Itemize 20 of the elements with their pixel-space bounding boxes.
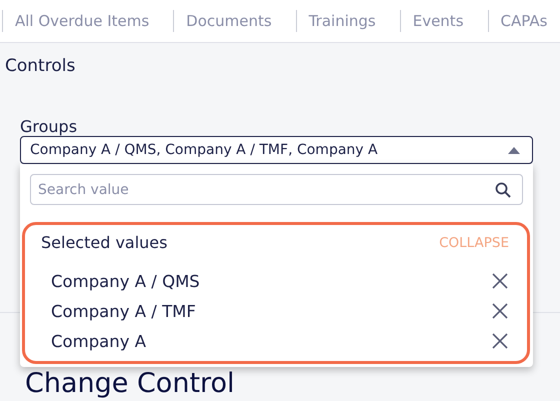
close-icon[interactable] xyxy=(491,302,509,320)
search-icon xyxy=(495,182,511,198)
search-field[interactable]: Search value xyxy=(30,174,523,205)
close-icon[interactable] xyxy=(491,332,509,350)
page-heading: Change Control xyxy=(25,368,235,401)
nav-tab[interactable]: Events xyxy=(400,10,476,32)
field-label: Groups xyxy=(20,117,78,136)
selected-value: Company A / QMS xyxy=(51,272,200,290)
nav-tab[interactable]: CAPAs xyxy=(488,10,560,32)
groups-select[interactable]: Company A / QMS, Company A / TMF, Company A xyxy=(20,136,533,164)
selected-value: Company A / TMF xyxy=(51,302,196,320)
selected-value: Company A xyxy=(51,332,146,350)
nav-tab[interactable]: Trainings xyxy=(296,10,388,32)
section-title: Controls xyxy=(5,56,76,76)
collapse-button[interactable]: COLLAPSE xyxy=(439,234,509,250)
close-icon[interactable] xyxy=(491,272,509,290)
caret-icon xyxy=(508,146,520,154)
panel-title: Selected values xyxy=(41,233,168,252)
nav-tab[interactable]: All Overdue Items xyxy=(2,10,162,32)
nav-tab[interactable]: Documents xyxy=(173,10,284,32)
